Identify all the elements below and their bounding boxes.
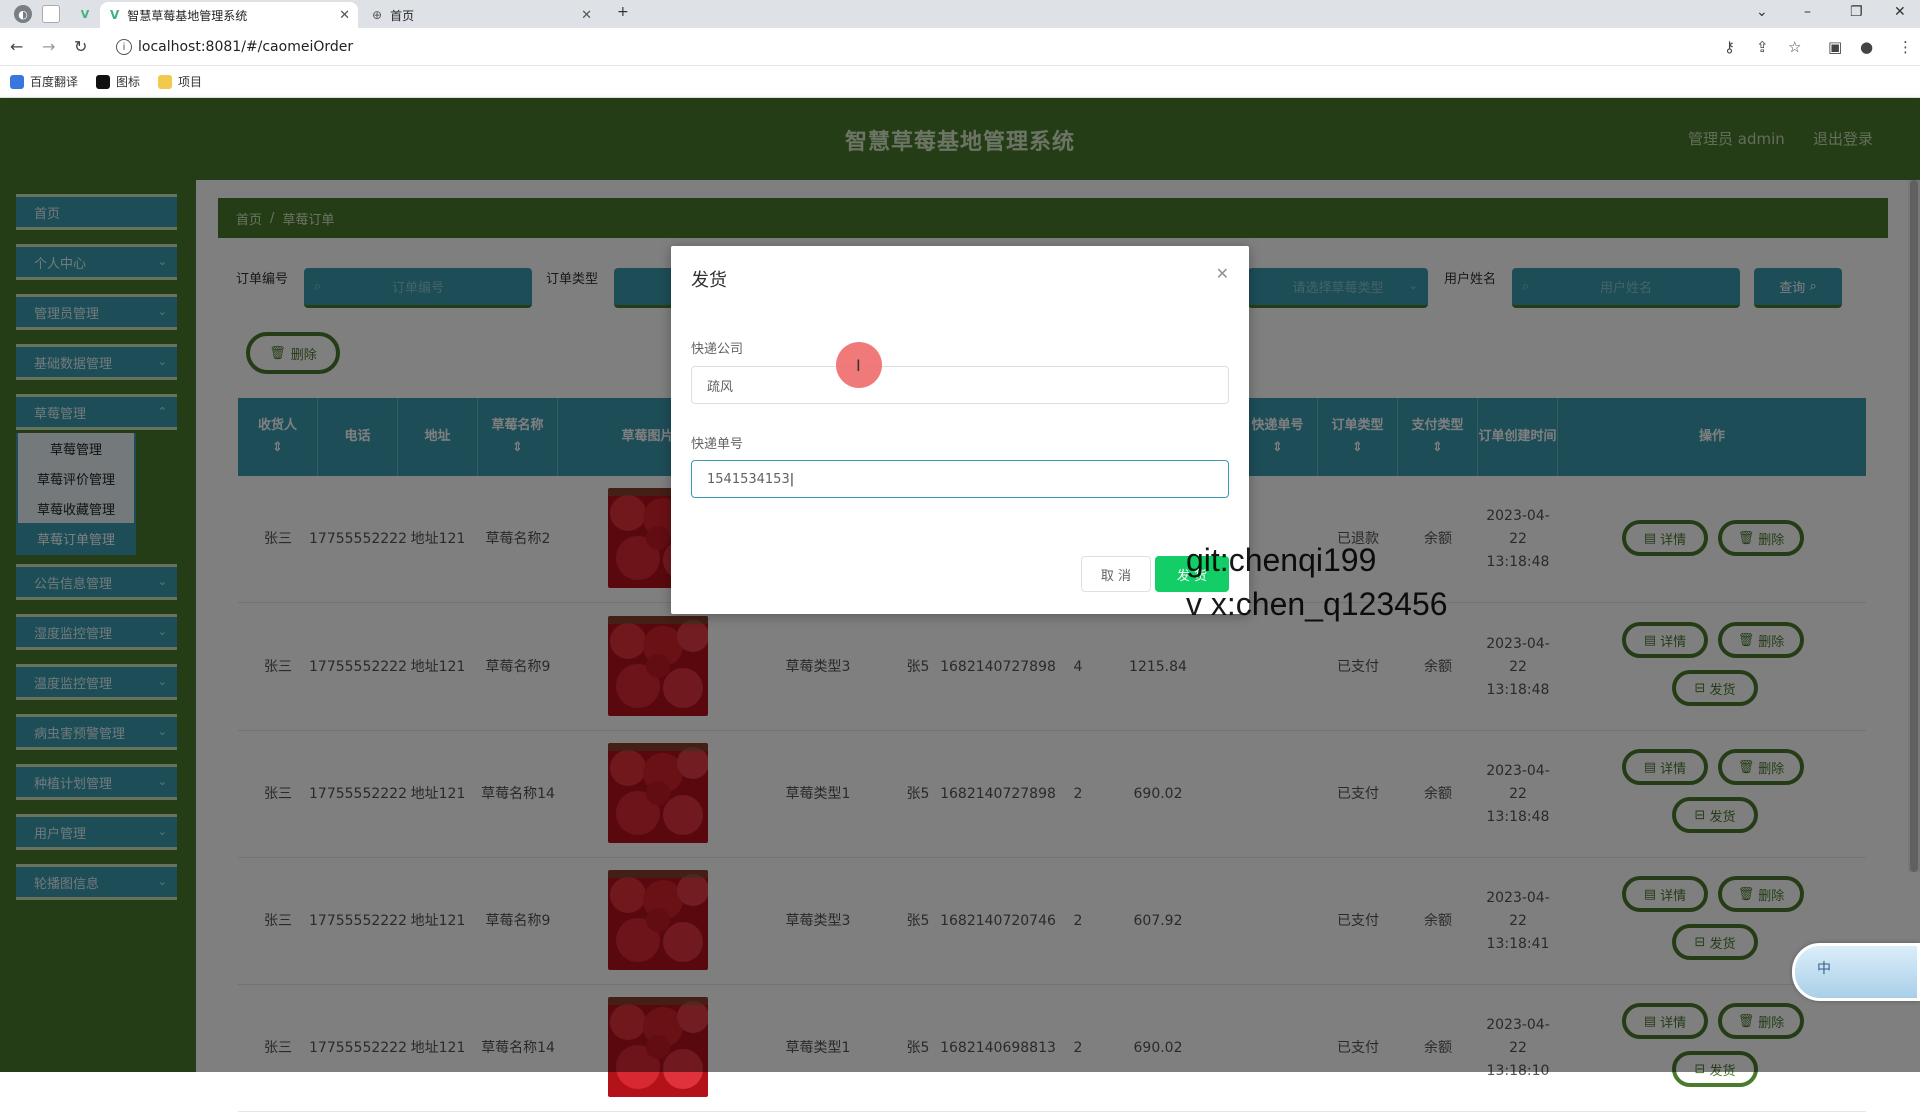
ibeam-cursor-icon: I bbox=[856, 356, 861, 375]
vue-tab-icon[interactable]: V bbox=[76, 5, 94, 23]
ime-widget[interactable]: 中 bbox=[1792, 943, 1920, 1001]
tab-active[interactable]: V 智慧草莓基地管理系统 ✕ bbox=[100, 2, 358, 28]
close-tab-icon[interactable]: ✕ bbox=[581, 8, 592, 23]
browser-tab-bar: ◐ V V 智慧草莓基地管理系统 ✕ ⊕ 首页 ✕ + ⌄ – ❐ ✕ bbox=[0, 0, 1920, 28]
forward-icon[interactable]: → bbox=[42, 37, 55, 56]
star-icon[interactable]: ☆ bbox=[1788, 38, 1801, 56]
bookmarks-bar: 百度翻译 图标 项目 bbox=[0, 66, 1920, 98]
tab-title: 智慧草莓基地管理系统 bbox=[127, 8, 248, 23]
minimize-icon[interactable]: – bbox=[1804, 4, 1811, 20]
close-window-icon[interactable]: ✕ bbox=[1894, 4, 1906, 20]
new-tab-icon[interactable]: + bbox=[617, 4, 629, 20]
text-cursor: | bbox=[789, 471, 795, 487]
cancel-button[interactable]: 取 消 bbox=[1081, 556, 1151, 592]
express-number-label: 快递单号 bbox=[691, 437, 744, 452]
tab-home[interactable]: ⊕ 首页 ✕ bbox=[362, 2, 600, 28]
express-company-label: 快递公司 bbox=[691, 342, 744, 357]
share-icon[interactable]: ⇪ bbox=[1756, 38, 1769, 56]
bookmark-icons[interactable]: 图标 bbox=[96, 73, 140, 90]
blank-tab-icon[interactable] bbox=[42, 5, 60, 23]
info-icon[interactable]: i bbox=[116, 39, 132, 55]
watermark-line1: git:chenqi199 bbox=[1186, 542, 1377, 578]
url-field[interactable]: i localhost:8081/#/caomeiOrder bbox=[110, 34, 1710, 60]
express-number-input[interactable]: 1541534153 | bbox=[691, 460, 1229, 498]
dialog-title: 发货 bbox=[691, 270, 727, 291]
watermark-line2: v x:chen_q123456 bbox=[1186, 586, 1448, 622]
browser-history-icon[interactable]: ◐ bbox=[14, 5, 32, 23]
chevron-down-icon[interactable]: ⌄ bbox=[1756, 4, 1768, 20]
reload-icon[interactable]: ↻ bbox=[74, 37, 87, 56]
bookmark-baidu-translate[interactable]: 百度翻译 bbox=[10, 73, 78, 90]
folder-icon bbox=[158, 74, 173, 89]
close-tab-icon[interactable]: ✕ bbox=[339, 8, 350, 23]
url-text: localhost:8081/#/caomeiOrder bbox=[138, 39, 354, 55]
vue-logo-icon: V bbox=[110, 8, 120, 22]
restore-icon[interactable]: ❐ bbox=[1850, 4, 1863, 20]
address-bar: ← → ↻ i localhost:8081/#/caomeiOrder ⚷ ⇪… bbox=[0, 28, 1920, 66]
ship-dialog: 发货 ✕ 快递公司 疏风 快递单号 1541534153 | 取 消 发 货 bbox=[671, 246, 1249, 614]
sidepanel-icon[interactable]: ▣ bbox=[1828, 38, 1842, 56]
translate-icon bbox=[10, 74, 24, 89]
express-company-input[interactable]: 疏风 bbox=[691, 366, 1229, 404]
profile-icon[interactable]: ● bbox=[1860, 38, 1873, 56]
menu-kebab-icon[interactable]: ⋮ bbox=[1898, 38, 1913, 56]
iconfont-icon bbox=[96, 74, 111, 89]
tab-title: 首页 bbox=[390, 8, 415, 23]
key-icon[interactable]: ⚷ bbox=[1724, 38, 1735, 56]
close-icon[interactable]: ✕ bbox=[1216, 264, 1229, 283]
globe-icon: ⊕ bbox=[372, 8, 383, 22]
back-icon[interactable]: ← bbox=[10, 37, 23, 56]
bookmark-project[interactable]: 项目 bbox=[158, 73, 202, 90]
